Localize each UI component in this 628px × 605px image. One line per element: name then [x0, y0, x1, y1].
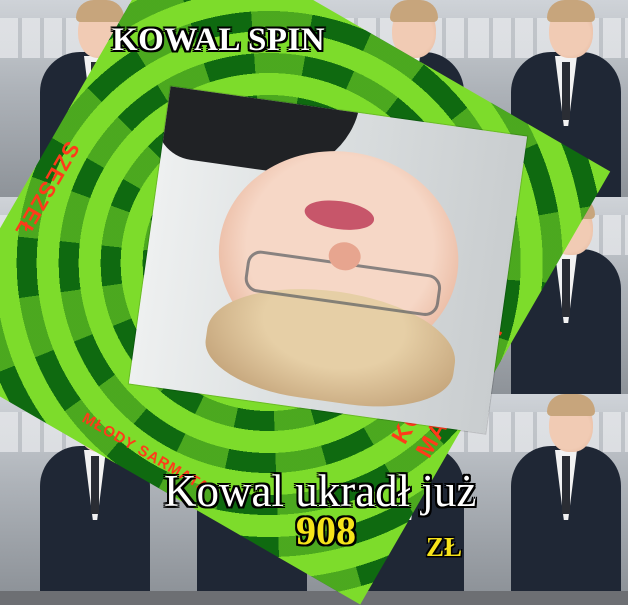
currency-label: ZŁ — [426, 532, 463, 562]
spinning-portrait-image — [128, 86, 528, 434]
page-title: KOWAL SPIN — [112, 22, 326, 58]
counter-value: 908 — [296, 508, 356, 553]
background-photo — [471, 394, 628, 591]
